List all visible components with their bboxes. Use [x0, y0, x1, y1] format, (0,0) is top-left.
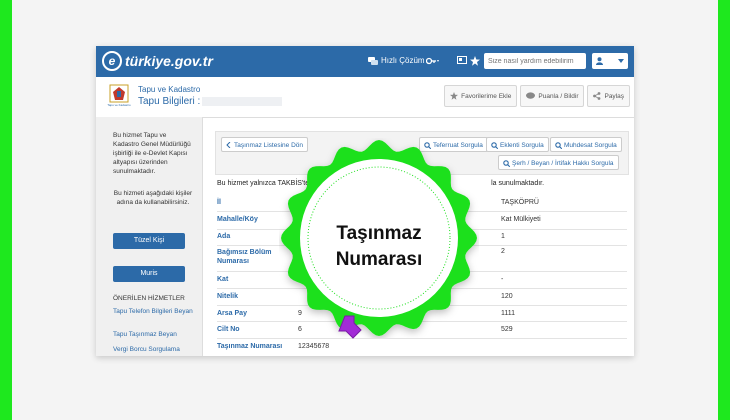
user-icon: [596, 57, 603, 65]
caret-down-icon: [618, 59, 624, 63]
star-icon[interactable]: [470, 56, 480, 68]
search-icon: [555, 142, 563, 149]
star-icon: [450, 92, 459, 100]
recommended-link-phone[interactable]: Tapu Telefon Bilgileri Beyan: [113, 307, 193, 316]
legal-entity-button[interactable]: Tüzel Kişi: [113, 233, 185, 249]
top-navbar: e türkiye.gov.tr Hızlı Çözüm: [96, 46, 634, 77]
search-icon: [491, 142, 499, 149]
title-redacted: [202, 96, 283, 106]
quick-solution-link[interactable]: Hızlı Çözüm: [368, 56, 425, 65]
frame-right: [718, 0, 730, 420]
service-organization[interactable]: Tapu ve Kadastro: [138, 85, 200, 94]
share-icon: [593, 92, 601, 100]
sidebar: Bu hizmet Tapu ve Kadastro Genel Müdürlü…: [96, 117, 203, 356]
recommended-link-property[interactable]: Tapu Taşınmaz Beyan: [113, 330, 193, 339]
badge-label: Taşınmaz Numarası: [335, 223, 423, 270]
add-favorite-button[interactable]: Favorilerime Ekle: [444, 85, 518, 107]
brand-logo[interactable]: e türkiye.gov.tr: [102, 51, 213, 71]
edevlet-logo-icon: e: [102, 51, 122, 71]
share-button[interactable]: Paylaş: [587, 85, 630, 107]
page-title: Tapu Bilgileri :: [138, 96, 283, 107]
recommended-services-header: ÖNERİLEN HİZMETLER: [113, 295, 185, 302]
service-intro-text: Bu hizmet Tapu ve Kadastro Genel Müdürlü…: [113, 132, 191, 175]
muris-button[interactable]: Muris: [113, 266, 185, 282]
card-icon[interactable]: [457, 56, 467, 66]
serh-beyan-query-button[interactable]: Şerh / Beyan / İrtifak Hakkı Sorgula: [498, 155, 619, 170]
chat-icon: [368, 56, 378, 65]
search-icon: [503, 160, 511, 167]
key-icon[interactable]: [425, 56, 440, 68]
user-menu-button[interactable]: [592, 53, 628, 69]
rate-report-button[interactable]: Puanla / Bildir: [520, 85, 585, 107]
brand-text: türkiye.gov.tr: [125, 53, 213, 69]
table-row: Taşınmaz Numarası 12345678: [217, 343, 330, 350]
eklenti-query-button[interactable]: Eklenti Sorgula: [486, 137, 549, 152]
persons-note: Bu hizmeti aşağıdaki kişiler adına da ku…: [113, 190, 193, 206]
service-header: Tapu ve Kadastro Tapu ve Kadastro Tapu B…: [96, 77, 634, 118]
pointer-cursor-icon: [338, 315, 362, 339]
comment-icon: [526, 92, 536, 99]
frame-left: [0, 0, 12, 420]
muhdesat-query-button[interactable]: Muhdesat Sorgula: [550, 137, 622, 152]
svg-text:Tapu ve Kadastro: Tapu ve Kadastro: [107, 103, 131, 107]
recommended-link-tax[interactable]: Vergi Borcu Sorgulama: [113, 345, 193, 354]
search-input[interactable]: [484, 53, 586, 69]
chevron-left-icon: [226, 141, 231, 149]
tkgm-logo-icon: Tapu ve Kadastro: [107, 84, 131, 107]
